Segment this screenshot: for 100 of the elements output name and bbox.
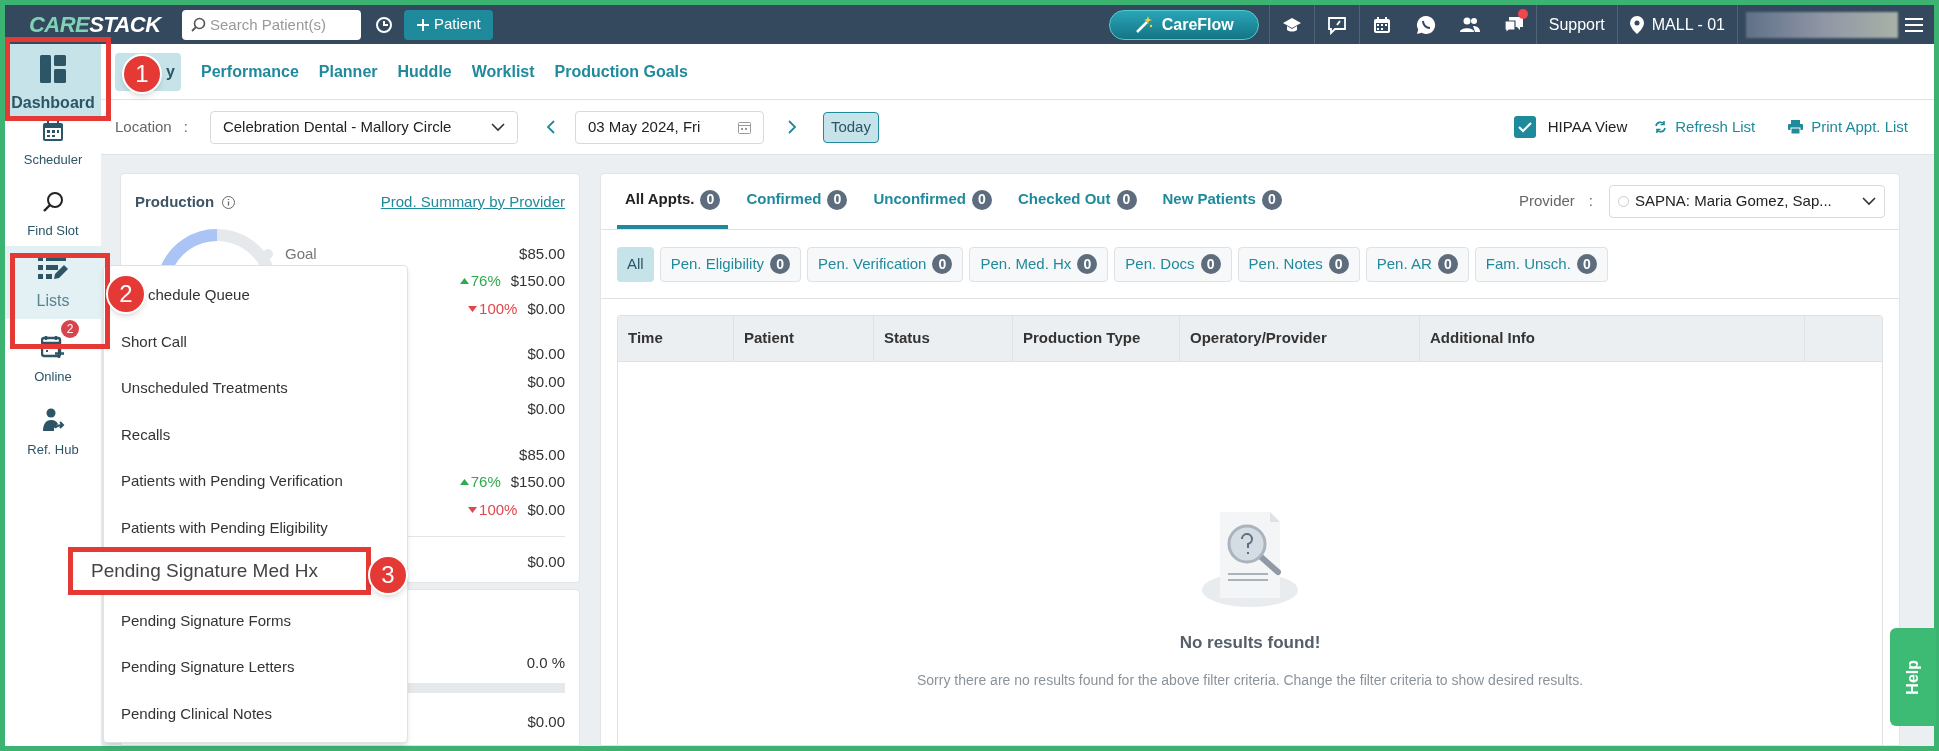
provider-label: Provider — [1518, 191, 1575, 212]
menu-item[interactable]: Patients with Pending Verification — [121, 470, 343, 493]
printer-icon — [1788, 120, 1804, 134]
amount: $85.00 — [519, 243, 565, 264]
sidebar-label: Dashboard — [11, 93, 95, 113]
menu-item[interactable]: Patients with Pending Eligibility — [121, 516, 328, 539]
menu-item[interactable]: Pending Signature Med Hx — [68, 547, 371, 595]
chevron-down-icon — [490, 122, 505, 132]
count-badge: 2 — [61, 320, 79, 338]
card-title: Production — [135, 191, 215, 212]
count-badge: 0 — [1077, 254, 1098, 274]
sidebar-item[interactable]: Scheduler — [5, 121, 101, 173]
appointment-tab[interactable]: Unconfirmed 0 — [865, 174, 1000, 229]
filter-chip[interactable]: Pen. Verification 0 — [807, 246, 964, 282]
menu-icon[interactable] — [1904, 16, 1924, 33]
chevron-left-icon[interactable] — [545, 120, 555, 134]
checkbox[interactable] — [1513, 116, 1536, 138]
column-header: Status — [874, 316, 1013, 361]
refresh-icon — [1654, 120, 1668, 134]
trend-change: 76% — [459, 270, 501, 293]
amount: $0.00 — [527, 298, 565, 319]
amount: $0.00 — [527, 499, 565, 520]
dashboard-icon — [40, 55, 66, 83]
menu-item[interactable]: Unscheduled Treatments — [121, 377, 288, 400]
chevron-down-icon — [1862, 197, 1876, 206]
print-appointment-list-link[interactable]: Print Appt. List — [1811, 115, 1908, 139]
menu-item[interactable]: Pending Signature Forms — [121, 609, 292, 632]
sidebar-item[interactable]: Ref. Hub — [5, 392, 101, 465]
count-badge: 0 — [1437, 254, 1458, 274]
filter-chip[interactable]: Pen. Med. Hx 0 — [969, 246, 1109, 282]
careflow-button[interactable]: CareFlow — [1108, 9, 1259, 40]
today-button[interactable]: Today — [822, 111, 879, 143]
calendar-icon — [737, 120, 751, 134]
filter-chip[interactable]: All — [617, 246, 654, 282]
messages-icon[interactable] — [1502, 14, 1525, 35]
provider-select[interactable]: SAPNA: Maria Gomez, Sap... — [1609, 185, 1885, 218]
count-badge: 0 — [1200, 254, 1221, 274]
filter-chip[interactable]: Fam. Unsch. 0 — [1474, 246, 1608, 282]
column-header: Patient — [734, 316, 874, 361]
column-header: Operatory/Provider — [1180, 316, 1420, 361]
filter-chip[interactable]: Pen. AR 0 — [1365, 246, 1469, 282]
logo[interactable]: CARESTACK — [29, 8, 169, 41]
menu-item[interactable]: Recalls — [121, 423, 171, 446]
menu-item[interactable]: Pending Clinical Notes — [121, 702, 272, 725]
sidebar-label: Ref. Hub — [27, 440, 79, 459]
menu-item[interactable]: Pending Signature Letters — [121, 656, 295, 679]
filter-chip[interactable]: Pen. Notes 0 — [1237, 246, 1360, 282]
trend-change: 100% — [468, 297, 518, 320]
empty-state-message: Sorry there are no results found for the above filter criteria. Change the filter criteria to show desired results. — [916, 670, 1584, 690]
sidebar-label: Online — [34, 367, 72, 386]
column-header: Additional Info — [1420, 316, 1805, 361]
empty-state-title: No results found! — [1179, 632, 1321, 654]
location-select[interactable]: Celebration Dental - Mallory Circle — [209, 110, 518, 144]
amount: $0.00 — [527, 344, 565, 364]
sidebar-label: Find Slot — [27, 221, 79, 240]
filter-chip[interactable]: Pen. Eligibility 0 — [659, 246, 802, 282]
count-badge: 0 — [1261, 189, 1282, 210]
appointment-tab[interactable]: Confirmed 0 — [738, 174, 856, 229]
appointment-tab[interactable]: New Patients 0 — [1154, 174, 1290, 229]
count-badge: 0 — [700, 189, 721, 210]
dashboard-tab[interactable]: Production Goals — [554, 52, 688, 91]
dashboard-tab[interactable]: Planner — [318, 52, 378, 91]
legend-label: Goal — [285, 243, 317, 264]
calendar-icon — [42, 119, 64, 142]
trend-change: 76% — [459, 471, 501, 494]
amount: $0.00 — [527, 371, 565, 392]
dashboard-tab[interactable]: Performance — [201, 52, 299, 91]
column-header: Time — [618, 316, 734, 361]
amount: $150.00 — [510, 472, 565, 492]
sidebar-item[interactable]: Find Slot — [5, 173, 101, 246]
refresh-list-link[interactable]: Refresh List — [1675, 115, 1756, 139]
search-field[interactable]: Search Patient(s) — [182, 9, 361, 40]
separator-colon: : — [183, 116, 188, 137]
dashboard-tab[interactable]: Huddle — [397, 52, 452, 91]
count-badge: 0 — [1576, 254, 1597, 274]
date-field[interactable]: 03 May 2024, Fri — [574, 110, 764, 144]
location-label[interactable]: MALL - 01 — [1651, 12, 1725, 37]
add-patient-button[interactable]: Patient — [404, 9, 493, 40]
separator-colon: : — [1588, 191, 1593, 212]
search-icon — [190, 16, 206, 33]
dashboard-tab[interactable]: Worklist — [471, 52, 535, 91]
chevron-right-icon[interactable] — [787, 120, 797, 134]
provider-summary-link[interactable]: Prod. Summary by Provider — [380, 190, 565, 214]
filter-chip[interactable]: Pen. Docs 0 — [1114, 246, 1232, 282]
amount: $0.00 — [527, 399, 565, 419]
sidebar-label: Lists — [36, 291, 70, 311]
menu-item[interactable]: Short Call — [121, 330, 187, 353]
amount: $0.00 — [527, 552, 565, 572]
appointment-tab[interactable]: Checked Out 0 — [1009, 174, 1145, 229]
info-icon — [222, 195, 236, 209]
appointment-tab[interactable]: All Appts. 0 — [617, 174, 729, 229]
count-badge: 0 — [1116, 189, 1137, 210]
sidebar-item[interactable]: Lists — [5, 246, 101, 319]
menu-item[interactable]: chedule Queue — [148, 284, 250, 307]
amount: $85.00 — [519, 444, 565, 465]
count-badge: 0 — [827, 189, 848, 210]
support-link[interactable]: Support — [1536, 12, 1617, 37]
sidebar-item[interactable]: Online 2 — [5, 319, 101, 392]
history-icon[interactable] — [374, 14, 394, 35]
checkmark-icon — [1517, 121, 1532, 133]
